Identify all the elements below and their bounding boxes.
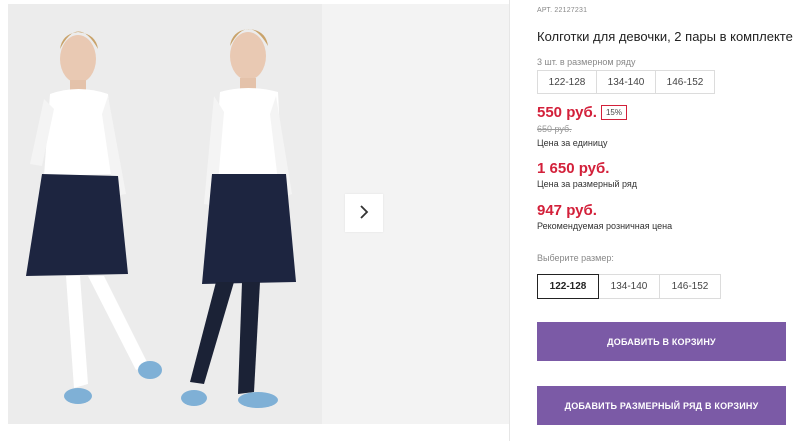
row-price-label: Цена за размерный ряд bbox=[537, 179, 638, 189]
product-title: Колготки для девочки, 2 пары в комплекте bbox=[537, 29, 793, 44]
next-image-button[interactable] bbox=[345, 194, 383, 232]
old-price: 650 руб. bbox=[537, 124, 572, 134]
product-photo-image bbox=[8, 4, 322, 424]
set-size-item: 122-128 bbox=[537, 70, 597, 94]
chevron-right-icon bbox=[358, 204, 370, 223]
choose-size-label: Выберите размер: bbox=[537, 253, 614, 263]
size-option-122-128[interactable]: 122-128 bbox=[537, 274, 599, 299]
article-number: АРТ. 22127231 bbox=[537, 7, 588, 14]
unit-price: 550 руб. bbox=[537, 104, 597, 121]
recommended-price: 947 руб. bbox=[537, 202, 597, 219]
size-selector: 122-128 134-140 146-152 bbox=[537, 274, 721, 299]
add-to-cart-button[interactable]: ДОБАВИТЬ В КОРЗИНУ bbox=[537, 322, 786, 361]
discount-badge: 15% bbox=[600, 105, 627, 120]
product-info-panel: АРТ. 22127231 Колготки для девочки, 2 па… bbox=[537, 0, 800, 441]
set-size-item: 146-152 bbox=[655, 70, 715, 94]
price-row: 550 руб. 15% bbox=[537, 104, 627, 121]
unit-price-label: Цена за единицу bbox=[537, 138, 608, 148]
add-size-row-to-cart-button[interactable]: ДОБАВИТЬ РАЗМЕРНЫЙ РЯД В КОРЗИНУ bbox=[537, 386, 786, 425]
row-price: 1 650 руб. bbox=[537, 160, 610, 177]
panel-divider bbox=[509, 0, 510, 441]
set-size-item: 134-140 bbox=[596, 70, 656, 94]
size-option-134-140[interactable]: 134-140 bbox=[598, 274, 660, 299]
set-size-label: 3 шт. в размерном ряду bbox=[537, 57, 636, 67]
product-photo[interactable] bbox=[8, 4, 322, 424]
size-option-146-152[interactable]: 146-152 bbox=[659, 274, 721, 299]
recommended-price-label: Рекомендуемая розничная цена bbox=[537, 221, 673, 231]
set-sizes: 122-128 134-140 146-152 bbox=[537, 70, 715, 94]
product-gallery bbox=[0, 0, 509, 441]
